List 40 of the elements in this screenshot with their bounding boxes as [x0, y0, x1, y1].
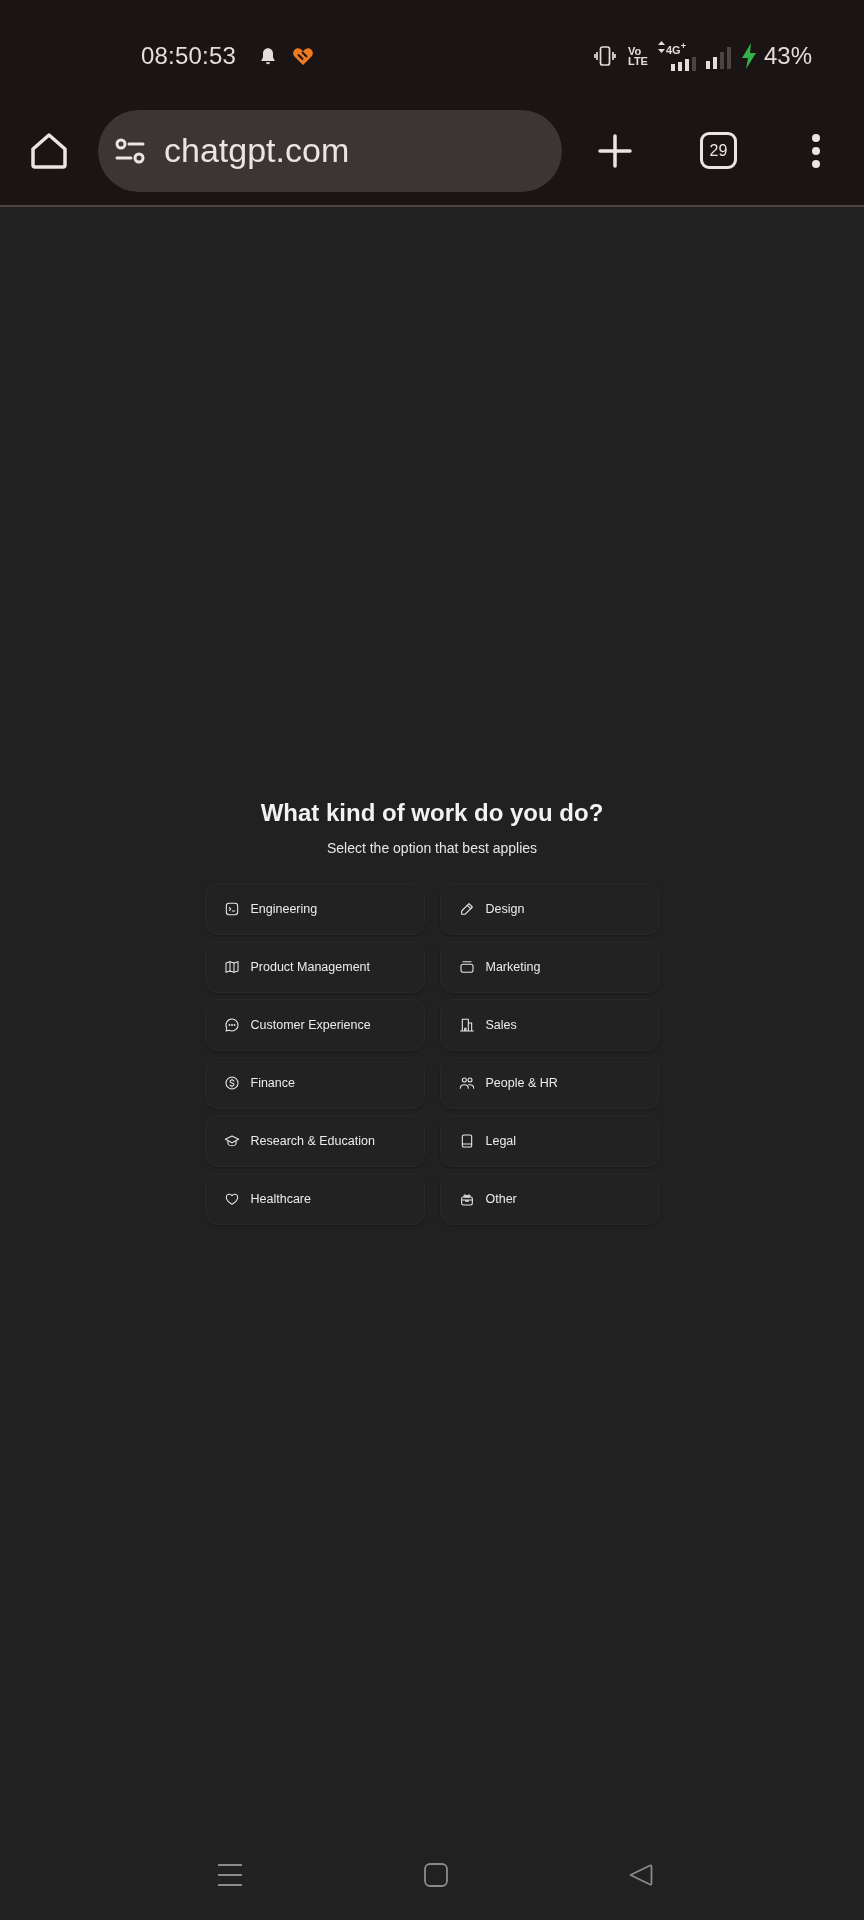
- map-icon: [223, 959, 240, 975]
- page-subtitle: Select the option that best applies: [326, 839, 538, 857]
- graduation-cap-icon: [223, 1133, 240, 1149]
- recent-apps-icon[interactable]: [217, 1863, 243, 1887]
- plus-icon[interactable]: [598, 133, 632, 168]
- battery-percentage: 43%: [763, 42, 812, 70]
- option-button[interactable]: Research & Education: [204, 1115, 425, 1167]
- option-button[interactable]: Customer Experience: [204, 999, 425, 1051]
- option-button[interactable]: Healthcare: [204, 1173, 425, 1225]
- signal-icon: [668, 56, 697, 71]
- building-icon: [458, 1017, 475, 1033]
- gift-icon: [458, 1191, 475, 1207]
- option-button[interactable]: Other: [439, 1173, 660, 1225]
- terminal-icon: [223, 901, 240, 917]
- back-icon[interactable]: [629, 1863, 653, 1887]
- people-icon: [458, 1075, 475, 1091]
- page-title: What kind of work do you do?: [260, 798, 604, 828]
- vibrate-icon: [594, 44, 616, 68]
- charging-icon: [740, 43, 757, 69]
- option-button[interactable]: Finance: [204, 1057, 425, 1109]
- volte-label: Vo LTE: [628, 46, 648, 66]
- address-bar[interactable]: chatgpt.com: [98, 109, 562, 192]
- tab-switcher-button[interactable]: 29: [700, 132, 737, 169]
- menu-icon[interactable]: [811, 133, 821, 168]
- heart-icon: [223, 1191, 240, 1207]
- option-button[interactable]: Product Management: [204, 941, 425, 993]
- option-button[interactable]: Marketing: [439, 941, 660, 993]
- network-type: 4G$^{+}$: [665, 41, 686, 56]
- option-button[interactable]: Legal: [439, 1115, 660, 1167]
- pencil-icon: [458, 901, 475, 917]
- chat-bubble-icon: [223, 1017, 240, 1033]
- option-button[interactable]: Sales: [439, 999, 660, 1051]
- data-arrows-icon: [657, 41, 665, 54]
- tray-icon: [458, 959, 475, 975]
- dollar-icon: [223, 1075, 240, 1091]
- option-button[interactable]: People & HR: [439, 1057, 660, 1109]
- option-button[interactable]: Engineering: [204, 883, 425, 935]
- clock-time: 08:50:53: [141, 42, 237, 70]
- option-button[interactable]: Design: [439, 883, 660, 935]
- heart-icon: [292, 46, 315, 66]
